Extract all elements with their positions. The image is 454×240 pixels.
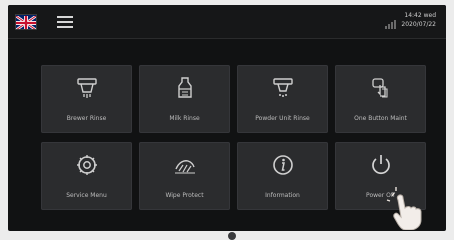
brewer-rinse-icon bbox=[41, 73, 132, 103]
wipe-protect-icon bbox=[139, 150, 230, 180]
tile-label: Brewer Rinse bbox=[66, 115, 107, 122]
tile-label: Wipe Protect bbox=[165, 192, 204, 199]
tile-label: Information bbox=[265, 192, 300, 199]
service-menu-button[interactable]: Service Menu bbox=[41, 142, 132, 210]
powder-unit-rinse-icon bbox=[237, 73, 328, 103]
tapping-hand-icon bbox=[386, 187, 422, 230]
home-indicator[interactable] bbox=[228, 232, 236, 240]
date-text: 2020/07/22 bbox=[401, 21, 436, 28]
time-text: 14:42 wed bbox=[404, 12, 436, 19]
device: 14:42 wed 2020/07/22 Brewer Rinse Milk R… bbox=[0, 0, 454, 240]
one-button-maint-button[interactable]: One Button Maint bbox=[335, 65, 426, 133]
tile-label: Service Menu bbox=[66, 192, 107, 199]
brewer-rinse-button[interactable]: Brewer Rinse bbox=[41, 65, 132, 133]
milk-rinse-icon bbox=[139, 73, 230, 103]
info-icon bbox=[237, 150, 328, 180]
milk-rinse-button[interactable]: Milk Rinse bbox=[139, 65, 230, 133]
maintenance-menu-grid: Brewer Rinse Milk Rinse Powder Unit Rins… bbox=[41, 65, 426, 210]
date-time-readout: 14:42 wed 2020/07/22 bbox=[392, 11, 436, 29]
top-status-bar: 14:42 wed 2020/07/22 bbox=[8, 5, 446, 39]
uk-flag-icon[interactable] bbox=[15, 14, 37, 30]
tile-label: Powder Unit Rinse bbox=[255, 115, 310, 122]
touch-screen: 14:42 wed 2020/07/22 Brewer Rinse Milk R… bbox=[8, 5, 446, 231]
wipe-protect-button[interactable]: Wipe Protect bbox=[139, 142, 230, 210]
hamburger-menu-icon[interactable] bbox=[57, 14, 73, 28]
tile-label: One Button Maint bbox=[354, 115, 407, 122]
powder-unit-rinse-button[interactable]: Powder Unit Rinse bbox=[237, 65, 328, 133]
information-button[interactable]: Information bbox=[237, 142, 328, 210]
power-icon bbox=[335, 150, 426, 180]
tile-label: Milk Rinse bbox=[169, 115, 200, 122]
one-button-maint-icon bbox=[335, 73, 426, 103]
gear-icon bbox=[41, 150, 132, 180]
